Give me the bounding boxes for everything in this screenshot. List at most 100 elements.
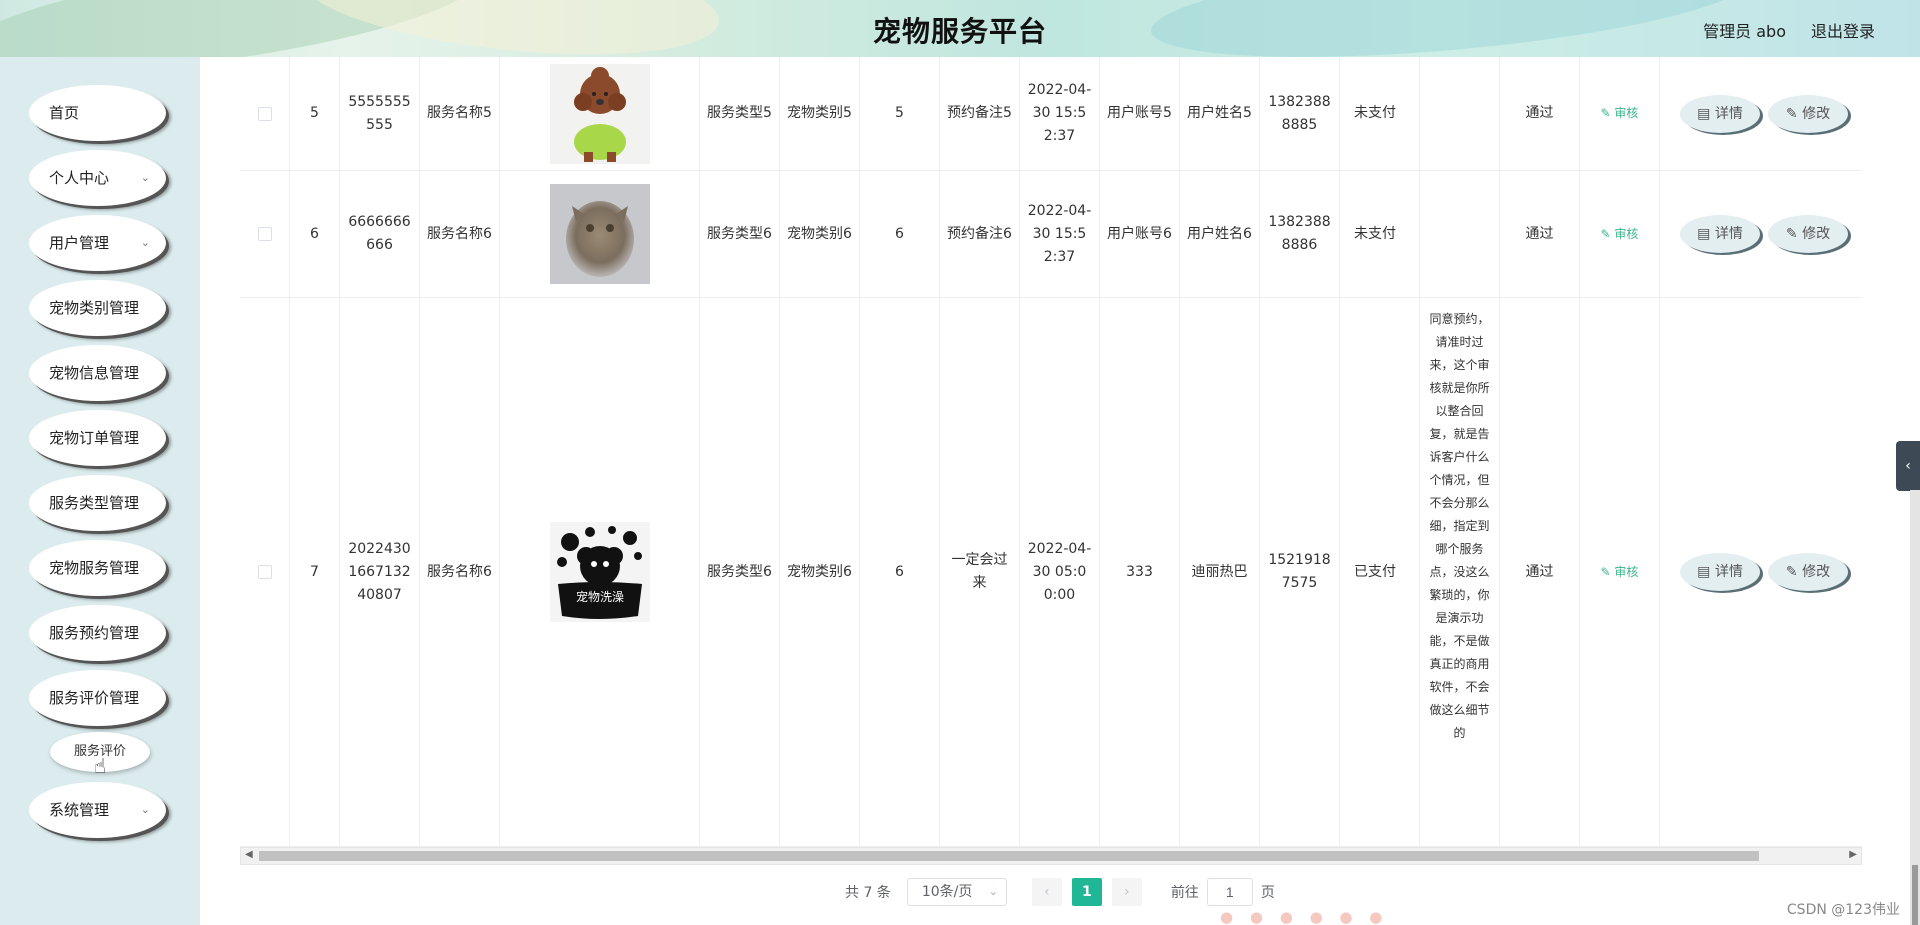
service-name-cell: 服务名称6 — [420, 171, 500, 297]
scrollbar-thumb[interactable] — [259, 851, 1759, 861]
sidebar-item-pet-info[interactable]: 宠物信息管理 — [29, 345, 166, 401]
date-cell: 2022-04-30 15:52:37 — [1020, 57, 1100, 170]
date-cell: 2022-04-30 05:00:00 — [1020, 298, 1100, 846]
pet-wash-logo-text: 宠物洗澡 — [575, 589, 623, 604]
edit-icon: ✎ — [1600, 226, 1615, 241]
sidebar-item-service-booking[interactable]: 服务预约管理 — [29, 605, 166, 661]
table-row: 7 20224301667132 40807 服务名称6 宠物洗澡 服务类型6 — [240, 298, 1862, 847]
pet-cat-image — [549, 184, 650, 284]
detail-button[interactable]: ▤ 详情 — [1680, 215, 1760, 253]
data-table: 5 5555555555 服务名称5 服务类型5 宠物类别5 5 预约备注5 2… — [240, 57, 1862, 847]
quantity-cell: 6 — [860, 298, 940, 846]
total-count: 共 7 条 — [845, 885, 891, 901]
sidebar-item-personal-center[interactable]: 个人中心 ⌄ — [29, 150, 166, 206]
phone-cell: 15219187575 — [1260, 298, 1340, 846]
horizontal-scrollbar[interactable]: ◀ ▶ — [240, 847, 1862, 865]
sidebar-item-system[interactable]: 系统管理 ⌄ — [29, 782, 166, 838]
user-name-cell: 用户姓名5 — [1180, 57, 1260, 170]
table-row: 6 6666666666 服务名称6 服务类型6 宠物类别6 6 预约备注6 2… — [240, 171, 1862, 298]
audit-status-cell: 通过 — [1500, 298, 1580, 846]
remark-cell: 一定会过来 — [940, 298, 1020, 846]
pencil-icon: ✎ — [1785, 105, 1803, 122]
sidebar-item-pet-order[interactable]: 宠物订单管理 — [29, 410, 166, 466]
index-cell: 5 — [290, 57, 340, 170]
vertical-scrollbar[interactable] — [1910, 490, 1920, 925]
chevron-right-icon: › — [1124, 884, 1130, 900]
audit-link[interactable]: ✎ 审核 — [1601, 102, 1639, 125]
scroll-right-icon[interactable]: ▶ — [1849, 849, 1857, 860]
sidebar-item-home[interactable]: 首页 — [29, 85, 166, 141]
admin-user-label: 管理员 abo — [1703, 22, 1786, 41]
pencil-icon: ✎ — [1785, 226, 1803, 242]
pay-status-cell: 已支付 — [1340, 298, 1420, 846]
next-page-button[interactable]: › — [1111, 878, 1142, 906]
pencil-icon: ✎ — [1785, 564, 1803, 580]
page-size-select[interactable]: 10条/页 ⌄ — [906, 878, 1007, 906]
sidebar-item-pet-category[interactable]: 宠物类别管理 — [29, 280, 166, 336]
row-checkbox[interactable] — [257, 227, 272, 241]
pet-category-cell: 宠物类别6 — [780, 171, 860, 297]
sidebar-item-service-review[interactable]: 服务评价管理 — [29, 670, 166, 726]
chevron-down-icon: ⌄ — [140, 803, 150, 816]
sidebar-item-service-type[interactable]: 服务类型管理 — [29, 475, 166, 531]
user-account-cell: 用户账号5 — [1100, 57, 1180, 170]
row-checkbox[interactable] — [257, 565, 272, 579]
index-cell: 7 — [290, 298, 340, 846]
pay-status-cell: 未支付 — [1340, 57, 1420, 170]
phone-cell: 13823888886 — [1260, 171, 1340, 297]
goto-page-input[interactable] — [1206, 878, 1253, 906]
remark-cell: 预约备注5 — [940, 57, 1020, 170]
audit-link[interactable]: ✎ 审核 — [1601, 561, 1639, 584]
image-cell — [500, 171, 700, 297]
sidebar-item-user-management[interactable]: 用户管理 ⌄ — [29, 215, 166, 271]
detail-button[interactable]: ▤ 详情 — [1680, 553, 1760, 591]
user-account-cell: 333 — [1100, 298, 1180, 846]
pet-category-cell: 宠物类别6 — [780, 298, 860, 846]
audit-status-cell: 通过 — [1500, 171, 1580, 297]
hand-cursor-icon: ☝ — [94, 754, 107, 778]
logout-link[interactable]: 退出登录 — [1811, 18, 1875, 42]
top-header: 宠物服务平台 管理员 abo 退出登录 — [0, 0, 1920, 57]
row-checkbox[interactable] — [257, 106, 272, 121]
quantity-cell: 5 — [860, 57, 940, 170]
reply-cell: 同意预约，请准时过来，这个审核就是你所以整合回复，就是告诉客户什么个情况，但不会… — [1420, 298, 1500, 846]
edit-button[interactable]: ✎ 修改 — [1768, 553, 1848, 591]
scroll-left-icon[interactable]: ◀ — [245, 849, 253, 860]
prev-page-button[interactable]: ‹ — [1031, 878, 1062, 906]
edit-button[interactable]: ✎ 修改 — [1768, 94, 1848, 133]
watermark: CSDN @123伟业 — [1786, 902, 1900, 918]
document-icon: ▤ — [1697, 105, 1715, 122]
drawer-toggle-button[interactable]: ‹ — [1896, 441, 1920, 491]
chevron-left-icon: ‹ — [1044, 884, 1050, 900]
audit-status-cell: 通过 — [1500, 57, 1580, 170]
image-cell — [500, 57, 700, 170]
pagination: 共 7 条 10条/页⌄ ‹ 1 › 前往 页 — [845, 877, 1275, 907]
chevron-down-icon: ⌄ — [140, 236, 150, 249]
service-name-cell: 服务名称6 — [420, 298, 500, 846]
audit-link[interactable]: ✎ 审核 — [1601, 223, 1639, 246]
pet-wash-logo-image: 宠物洗澡 — [549, 522, 650, 622]
edit-icon: ✎ — [1600, 106, 1615, 120]
goto-label: 前往 — [1170, 885, 1199, 901]
scrollbar-thumb[interactable] — [1912, 865, 1918, 925]
page-number-current[interactable]: 1 — [1071, 878, 1102, 906]
index-cell: 6 — [290, 171, 340, 297]
image-cell: 宠物洗澡 — [500, 298, 700, 846]
service-type-cell: 服务类型5 — [700, 57, 780, 170]
chevron-left-icon: ‹ — [1905, 458, 1911, 474]
faint-toolbar-icons: ● ● ● ● ● ● — [1220, 908, 1389, 925]
reply-cell — [1420, 171, 1500, 297]
table-row: 5 5555555555 服务名称5 服务类型5 宠物类别5 5 预约备注5 2… — [240, 57, 1862, 171]
page-title: 宠物服务平台 — [872, 15, 1047, 48]
sidebar-item-pet-service[interactable]: 宠物服务管理 — [29, 540, 166, 596]
remark-cell: 预约备注6 — [940, 171, 1020, 297]
service-type-cell: 服务类型6 — [700, 171, 780, 297]
service-type-cell: 服务类型6 — [700, 298, 780, 846]
detail-button[interactable]: ▤ 详情 — [1680, 94, 1760, 133]
edit-icon: ✎ — [1600, 564, 1615, 579]
user-name-cell: 迪丽热巴 — [1180, 298, 1260, 846]
reply-cell — [1420, 57, 1500, 170]
document-icon: ▤ — [1697, 226, 1715, 242]
pet-category-cell: 宠物类别5 — [780, 57, 860, 170]
edit-button[interactable]: ✎ 修改 — [1768, 215, 1848, 253]
